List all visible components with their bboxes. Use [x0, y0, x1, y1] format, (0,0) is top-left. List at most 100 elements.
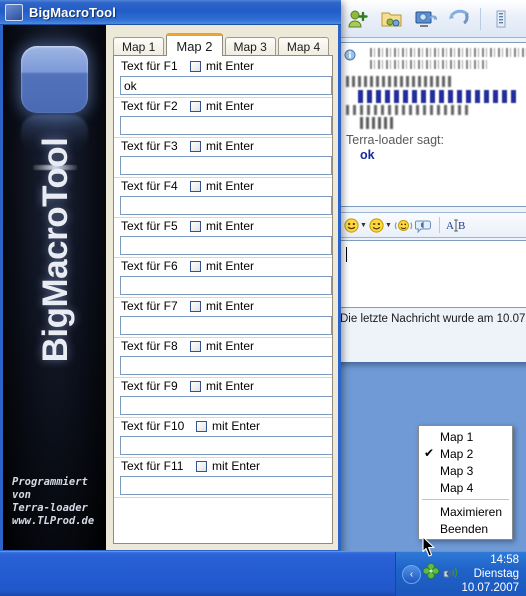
credits-line: Programmiert [12, 476, 88, 488]
wink-smiley-icon[interactable]: ▼ [369, 217, 392, 233]
chat-history-pane[interactable]: Terra-loader sagt: ok [339, 42, 526, 207]
text-format-icon[interactable]: A B [445, 218, 467, 233]
tab-map-1[interactable]: Map 1 [113, 37, 165, 56]
mit-enter-checkbox[interactable] [190, 381, 201, 392]
tabstrip: Map 1 Map 2 Map 3 Map 4 [113, 33, 331, 56]
field-text-input[interactable] [120, 236, 332, 255]
obscured-emoticon [360, 117, 394, 129]
context-menu: Map 1 ✔ Map 2 Map 3 Map 4 Maximieren Bee… [418, 425, 513, 540]
field-text-input[interactable] [120, 276, 332, 295]
mit-enter-checkbox[interactable] [190, 341, 201, 352]
send-file-icon[interactable] [375, 4, 409, 34]
mit-enter-checkbox[interactable] [196, 461, 207, 472]
add-contact-icon[interactable] [341, 4, 375, 34]
field-group-divider [114, 137, 332, 138]
mit-enter-checkbox[interactable] [190, 181, 201, 192]
nudge-icon[interactable] [394, 218, 413, 233]
field-group: Text für F8 mit Enter [118, 339, 332, 377]
mit-enter-label: mit Enter [206, 379, 255, 393]
field-group-divider [114, 257, 332, 258]
clock-date: 10.07.2007 [461, 582, 519, 594]
field-text-input[interactable] [120, 396, 332, 415]
clock-weekday: Dienstag [473, 568, 519, 580]
chat-compose-input[interactable] [339, 240, 526, 308]
chat-window: Terra-loader sagt: ok ▼ ▼ A B Die letzte… [334, 0, 526, 363]
field-text-input[interactable] [120, 196, 332, 215]
context-menu-item-beenden[interactable]: Beenden [419, 520, 512, 537]
mit-enter-checkbox[interactable] [190, 261, 201, 272]
field-label: Text für F6 [121, 259, 178, 273]
field-label: Text für F11 [121, 459, 184, 473]
context-menu-item-map-3[interactable]: Map 3 [419, 462, 512, 479]
field-text-input[interactable] [120, 156, 332, 175]
context-menu-item-map-1[interactable]: Map 1 [419, 428, 512, 445]
vertical-app-title: BigMacroTool [36, 137, 75, 363]
field-label: Text für F10 [121, 419, 185, 433]
field-text-input[interactable] [120, 356, 332, 375]
emoticon-bar-divider [438, 217, 440, 233]
obscured-sender-name [346, 76, 451, 87]
context-menu-item-map-2[interactable]: ✔ Map 2 [419, 445, 512, 462]
field-text-input[interactable]: ok [120, 76, 332, 95]
mit-enter-checkbox[interactable] [190, 141, 201, 152]
sound-icon[interactable] [414, 218, 432, 233]
chevron-down-icon[interactable]: ▼ [385, 222, 392, 229]
mit-enter-label: mit Enter [206, 259, 255, 273]
tray-icon-group [422, 562, 459, 583]
mit-enter-label: mit Enter [206, 59, 255, 73]
taskbar-clock[interactable]: 14:58 Dienstag 10.07.2007 [461, 553, 519, 595]
tab-map-3[interactable]: Map 3 [224, 37, 276, 56]
app-logo [21, 46, 88, 113]
field-group-divider [114, 457, 332, 458]
context-menu-separator [422, 499, 509, 500]
mit-enter-checkbox[interactable] [190, 301, 201, 312]
field-text-input[interactable] [120, 116, 332, 135]
field-label: Text für F9 [121, 379, 178, 393]
chat-message-text: ok [360, 148, 375, 162]
field-group: Text für F6 mit Enter [118, 259, 332, 297]
field-group-divider [114, 177, 332, 178]
field-text-input[interactable] [120, 316, 332, 335]
field-group: Text für F4 mit Enter [118, 179, 332, 217]
network-icon[interactable] [422, 562, 440, 583]
chevron-down-icon[interactable]: ▼ [360, 222, 367, 229]
obscured-message-text [358, 90, 518, 103]
svg-text:B: B [458, 220, 465, 232]
field-group: Text für F11 mit Enter [118, 459, 332, 497]
webcam-icon[interactable] [409, 4, 443, 34]
tab-map-4[interactable]: Map 4 [277, 37, 330, 56]
taskbar: ‹ 14:58 Dienstag 10.07.2007 [0, 551, 526, 596]
field-label: Text für F8 [121, 339, 178, 353]
field-label: Text für F5 [121, 219, 178, 233]
context-menu-item-label: Map 1 [440, 429, 474, 444]
mit-enter-checkbox[interactable] [196, 421, 207, 432]
svg-text:A: A [446, 220, 454, 232]
field-label: Text für F1 [121, 59, 178, 73]
voice-call-icon[interactable] [443, 4, 477, 34]
field-text-input[interactable] [120, 476, 332, 495]
tab-map-2[interactable]: Map 2 [166, 33, 223, 56]
smiley-icon[interactable]: ▼ [344, 217, 367, 233]
chat-window-footer [336, 332, 526, 362]
field-group-divider [114, 97, 332, 98]
more-options-icon[interactable] [484, 4, 518, 34]
context-menu-item-label: Map 4 [440, 480, 474, 495]
mit-enter-checkbox[interactable] [190, 221, 201, 232]
field-label: Text für F7 [121, 299, 178, 313]
context-menu-item-label: Map 2 [440, 446, 474, 461]
system-tray: ‹ 14:58 Dienstag 10.07.2007 [395, 552, 526, 596]
mit-enter-checkbox[interactable] [190, 101, 201, 112]
field-group: Text für F3 mit Enter [118, 139, 332, 177]
credits-line: Terra-loader [12, 502, 88, 514]
field-text-input[interactable] [120, 436, 332, 455]
field-group-divider [114, 377, 332, 378]
obscured-system-line [370, 60, 490, 69]
mit-enter-label: mit Enter [206, 339, 255, 353]
field-group-divider [114, 417, 332, 418]
window-titlebar[interactable]: BigMacroTool [0, 0, 341, 25]
volume-icon[interactable] [442, 563, 459, 583]
tray-expand-icon[interactable]: ‹ [402, 565, 421, 584]
context-menu-item-maximieren[interactable]: Maximieren [419, 503, 512, 520]
mit-enter-checkbox[interactable] [190, 61, 201, 72]
context-menu-item-map-4[interactable]: Map 4 [419, 479, 512, 496]
